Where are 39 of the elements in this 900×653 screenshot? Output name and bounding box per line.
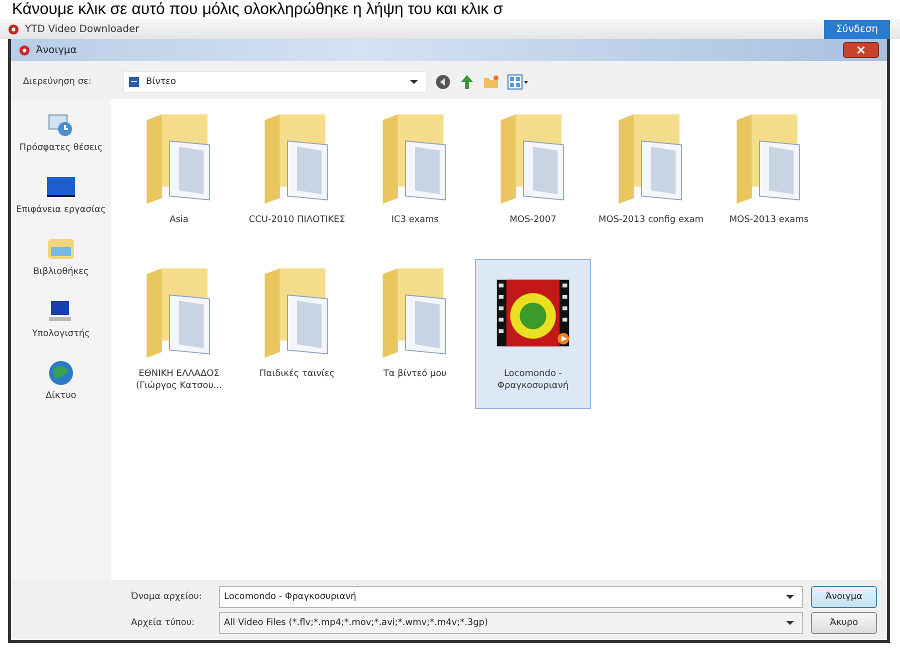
file-item[interactable]: Locomondo - Φραγκοσυριανή xyxy=(475,259,591,409)
place-item[interactable]: Πρόσφατες θέσεις xyxy=(16,109,106,153)
file-item[interactable]: Asia xyxy=(121,105,237,255)
open-button[interactable]: Άνοιγμα xyxy=(811,586,877,608)
file-item[interactable]: ΕΘΝΙΚΗ ΕΛΛΑΔΟΣ (Γιώργος Κατσου... xyxy=(121,259,237,409)
connect-button[interactable]: Σύνδεση xyxy=(824,20,890,38)
close-button[interactable] xyxy=(843,42,879,58)
file-item[interactable]: Παιδικές ταινίες xyxy=(239,259,355,409)
file-item[interactable]: CCU-2010 ΠΙΛΟΤΙΚΕΣ xyxy=(239,105,355,255)
place-item[interactable]: Δίκτυο xyxy=(16,357,106,401)
place-item[interactable]: Βιβλιοθήκες xyxy=(16,233,106,277)
dropdown-arrow-icon xyxy=(410,80,418,84)
place-item[interactable]: Υπολογιστής xyxy=(16,295,106,339)
view-menu-icon[interactable] xyxy=(507,74,529,90)
app-logo-icon xyxy=(19,44,30,56)
file-name-field[interactable]: Locomondo - Φραγκοσυριανή xyxy=(219,586,803,608)
file-item[interactable]: MOS-2013 exams xyxy=(711,105,827,255)
new-folder-icon[interactable] xyxy=(483,74,499,90)
video-library-icon xyxy=(128,76,140,88)
file-item[interactable]: IC3 exams xyxy=(357,105,473,255)
app-logo-icon xyxy=(8,24,19,34)
place-item[interactable]: Επιφάνεια εργασίας xyxy=(16,171,106,215)
dropdown-arrow-icon xyxy=(786,621,794,625)
file-item[interactable]: MOS-2013 config exam xyxy=(593,105,709,255)
dropdown-arrow-icon xyxy=(786,595,794,599)
dialog-title: Άνοιγμα xyxy=(36,44,77,56)
back-icon[interactable] xyxy=(435,74,451,90)
caption-text: Κάνουμε κλικ σε αυτό που μόλις ολοκληρώθηκε η λήψη του και κλικ σ xyxy=(11,0,504,19)
file-name-label: Όνομα αρχείου: xyxy=(131,592,203,602)
close-icon xyxy=(857,46,865,54)
look-in-dropdown[interactable]: Βίντεο xyxy=(123,71,427,93)
cancel-button[interactable]: Άκυρο xyxy=(811,612,877,634)
file-item[interactable]: Τα βίντεό μου xyxy=(357,259,473,409)
app-title: YTD Video Downloader xyxy=(25,24,140,34)
file-item[interactable]: MOS-2007 xyxy=(475,105,591,255)
up-arrow-icon[interactable] xyxy=(459,74,475,90)
file-type-label: Αρχεία τύπου: xyxy=(131,618,196,628)
look-in-label: Διερεύνηση σε: xyxy=(23,77,92,87)
file-type-dropdown[interactable]: All Video Files (*.flv;*.mp4;*.mov;*.avi;*.wmv;*.m4v;*.3gp) xyxy=(219,612,803,634)
